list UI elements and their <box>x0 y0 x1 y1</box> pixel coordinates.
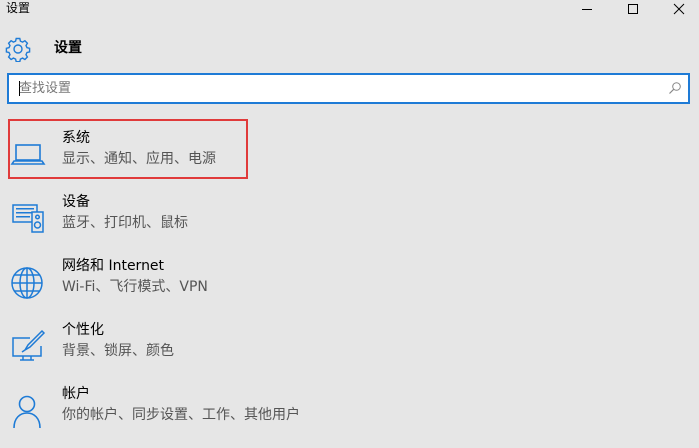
personalization-icon <box>12 329 46 361</box>
window-title: 设置 <box>6 1 31 15</box>
item-title: 个性化 <box>62 322 104 338</box>
item-subtitle: 你的帐户、同步设置、工作、其他用户 <box>62 407 300 423</box>
devices-icon <box>12 204 44 233</box>
search-box[interactable] <box>7 73 690 104</box>
close-button[interactable] <box>656 0 699 18</box>
laptop-icon <box>10 144 46 165</box>
gear-icon <box>5 37 31 62</box>
item-title: 帐户 <box>62 386 90 402</box>
close-icon <box>673 3 685 15</box>
item-title: 系统 <box>62 130 90 146</box>
person-icon <box>13 395 41 428</box>
search-input[interactable] <box>15 75 659 102</box>
globe-icon <box>11 267 43 299</box>
minimize-button[interactable] <box>564 0 610 18</box>
item-subtitle: Wi-Fi、飞行模式、VPN <box>62 279 208 295</box>
item-subtitle: 背景、锁屏、颜色 <box>62 343 174 359</box>
maximize-button[interactable] <box>610 0 656 18</box>
search-icon[interactable] <box>668 81 682 95</box>
item-title: 网络和 Internet <box>62 258 165 274</box>
settings-header: 设置 <box>0 34 699 62</box>
settings-item-devices[interactable]: 设备 蓝牙、打印机、鼠标 <box>0 192 699 252</box>
maximize-icon <box>628 4 638 14</box>
settings-item-personalization[interactable]: 个性化 背景、锁屏、颜色 <box>0 320 699 380</box>
item-title: 设备 <box>62 194 90 210</box>
settings-item-network[interactable]: 网络和 Internet Wi-Fi、飞行模式、VPN <box>0 256 699 316</box>
page-title: 设置 <box>54 40 82 56</box>
item-subtitle: 显示、通知、应用、电源 <box>62 151 216 167</box>
title-bar: 设置 <box>0 0 699 24</box>
item-subtitle: 蓝牙、打印机、鼠标 <box>62 215 188 231</box>
minimize-icon <box>582 9 592 10</box>
settings-item-system[interactable]: 系统 显示、通知、应用、电源 <box>0 128 699 188</box>
settings-item-accounts[interactable]: 帐户 你的帐户、同步设置、工作、其他用户 <box>0 384 699 444</box>
